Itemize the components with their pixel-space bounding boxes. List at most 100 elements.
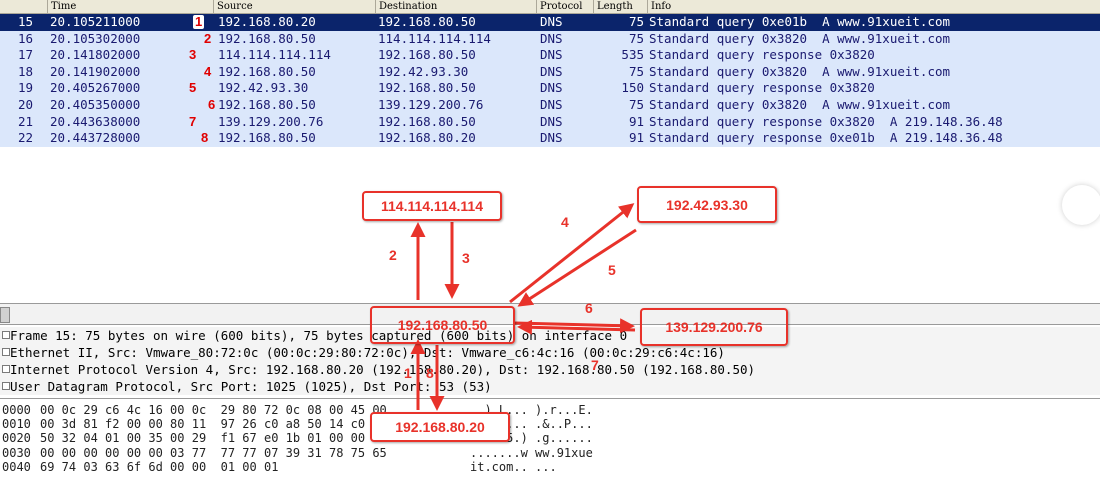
expand-icon[interactable] xyxy=(2,382,10,390)
step-number-label: 7 xyxy=(189,113,197,129)
hex-offset: 0040 xyxy=(2,459,31,474)
packet-length: 91 xyxy=(628,113,644,129)
packet-protocol: DNS xyxy=(540,30,563,46)
hex-offset: 0010 xyxy=(2,417,31,432)
packet-destination: 192.168.80.50 xyxy=(378,47,476,63)
packet-number: 22 xyxy=(18,130,34,146)
scrollbar-thumb[interactable] xyxy=(0,307,10,323)
hex-ascii: it.com.. ... xyxy=(470,459,557,474)
hex-bytes: 50 32 04 01 00 35 00 29 f1 67 e0 1b 01 0… xyxy=(40,431,387,446)
packet-source: 114.114.114.114 xyxy=(218,47,331,63)
packet-time: 20.443728000 xyxy=(50,130,141,146)
step-number-label: 2 xyxy=(204,30,212,46)
packet-info: Standard query response 0x3820 xyxy=(649,47,875,63)
hex-ascii: ..).L... ).r...E. xyxy=(470,403,593,417)
expand-icon[interactable] xyxy=(2,348,10,356)
pane-splitter[interactable] xyxy=(0,303,1100,325)
packet-row[interactable]: 19 20.405267000 192.42.93.30 192.168.80.50 D… xyxy=(0,80,1100,97)
step-number-label: 5 xyxy=(189,80,197,96)
packet-destination: 192.168.80.50 xyxy=(378,80,476,96)
hex-row[interactable]: 0010 00 3d 81 f2 00 00 80 11 97 26 c0 a8 … xyxy=(0,417,1100,431)
packet-destination: 139.129.200.76 xyxy=(378,97,484,112)
column-header-length[interactable]: Length xyxy=(593,0,647,13)
expand-icon[interactable] xyxy=(2,331,10,339)
packet-row[interactable]: 20 20.405350000 192.168.80.50 139.129.200.7… xyxy=(0,97,1100,114)
detail-row-ip[interactable]: Internet Protocol Version 4, Src: 192.16… xyxy=(0,361,1100,378)
column-header-time[interactable]: Time xyxy=(47,0,213,13)
hex-row[interactable]: 0040 69 74 03 63 6f 6d 00 00 01 00 01 it.c… xyxy=(0,460,1100,474)
hex-row[interactable]: 0020 50 32 04 01 00 35 00 29 f1 67 e0 1b … xyxy=(0,431,1100,445)
packet-protocol: DNS xyxy=(540,113,563,129)
packet-number: 17 xyxy=(18,47,34,63)
hex-dump-pane[interactable]: 0000 00 0c 29 c6 4c 16 00 0c 29 80 72 0c … xyxy=(0,398,1100,480)
hex-ascii: .......w ww.91xue xyxy=(470,445,593,460)
hex-row[interactable]: 0030 00 00 00 00 00 00 03 77 77 77 07 39 … xyxy=(0,446,1100,460)
packet-destination: 192.168.80.50 xyxy=(378,14,476,29)
detail-row-frame[interactable]: Frame 15: 75 bytes on wire (600 bits), 7… xyxy=(0,327,1100,344)
packet-length: 91 xyxy=(628,130,644,146)
packet-info: Standard query response 0x3820 A 219.148… xyxy=(649,113,1003,129)
step-number-label: 8 xyxy=(201,130,209,146)
packet-row[interactable]: 18 20.141902000 192.168.80.50 192.42.93.30 D… xyxy=(0,63,1100,81)
packet-row[interactable]: 17 20.141802000 114.114.114.114 192.168.80.… xyxy=(0,47,1100,64)
packet-protocol: DNS xyxy=(540,97,563,112)
column-header-protocol[interactable]: Protocol xyxy=(536,0,593,13)
detail-text: Ethernet II, Src: Vmware_80:72:0c (00:0c… xyxy=(10,345,725,360)
packet-row[interactable]: 22 20.443728000 192.168.80.50 192.168.80.20… xyxy=(0,130,1100,147)
packet-number: 18 xyxy=(18,63,34,79)
packet-row[interactable]: 16 20.105302000 192.168.80.50 114.114.114.1… xyxy=(0,30,1100,48)
hex-row[interactable]: 0000 00 0c 29 c6 4c 16 00 0c 29 80 72 0c … xyxy=(0,403,1100,417)
packet-length: 75 xyxy=(628,30,644,46)
packet-time: 20.405267000 xyxy=(50,80,141,96)
packet-time: 20.405350000 xyxy=(50,97,141,112)
packet-row[interactable]: 15 20.105211000 192.168.80.20 192.168.80.50… xyxy=(0,14,1100,31)
cloud-shape xyxy=(1062,185,1100,225)
packet-protocol: DNS xyxy=(540,130,563,146)
packet-time: 20.105302000 xyxy=(50,30,141,46)
packet-time: 20.141902000 xyxy=(50,63,141,79)
packet-source: 192.168.80.50 xyxy=(218,130,316,146)
column-header-source[interactable]: Source xyxy=(213,0,375,13)
packet-info: Standard query 0x3820 A www.91xueit.com xyxy=(649,30,951,46)
packet-list[interactable]: Time Source Destination Protocol Length … xyxy=(0,0,1100,148)
packet-source: 192.168.80.20 xyxy=(218,14,316,29)
packet-number: 20 xyxy=(18,97,34,112)
packet-list-header: Time Source Destination Protocol Length … xyxy=(0,0,1100,14)
packet-number: 19 xyxy=(18,80,34,96)
detail-row-udp[interactable]: User Datagram Protocol, Src Port: 1025 (… xyxy=(0,378,1100,395)
packet-protocol: DNS xyxy=(540,14,563,29)
packet-source: 139.129.200.76 xyxy=(218,113,324,129)
hex-ascii: P2...5.) .g...... xyxy=(470,431,593,446)
packet-info: Standard query response 0xe01b A 219.148… xyxy=(649,130,1003,146)
hex-bytes: 00 0c 29 c6 4c 16 00 0c 29 80 72 0c 08 0… xyxy=(40,403,387,417)
step-number-label: 3 xyxy=(189,47,197,63)
packet-info: Standard query 0xe01b A www.91xueit.com xyxy=(649,14,951,29)
packet-source: 192.168.80.50 xyxy=(218,30,316,46)
hex-offset: 0020 xyxy=(2,431,31,446)
hex-bytes: 69 74 03 63 6f 6d 00 00 01 00 01 xyxy=(40,459,279,474)
packet-protocol: DNS xyxy=(540,47,563,63)
column-header-destination[interactable]: Destination xyxy=(375,0,536,13)
packet-source: 192.168.80.50 xyxy=(218,97,316,112)
hex-bytes: 00 00 00 00 00 00 03 77 77 77 07 39 31 7… xyxy=(40,445,387,460)
packet-length: 75 xyxy=(628,97,644,112)
detail-row-ethernet[interactable]: Ethernet II, Src: Vmware_80:72:0c (00:0c… xyxy=(0,344,1100,361)
column-header-info[interactable]: Info xyxy=(647,0,1100,13)
packet-destination: 192.42.93.30 xyxy=(378,63,469,79)
packet-source: 192.168.80.50 xyxy=(218,63,316,79)
hex-offset: 0030 xyxy=(2,445,31,460)
packet-number: 21 xyxy=(18,113,34,129)
detail-text: Internet Protocol Version 4, Src: 192.16… xyxy=(10,362,756,377)
packet-protocol: DNS xyxy=(540,80,563,96)
packet-details-pane[interactable]: Frame 15: 75 bytes on wire (600 bits), 7… xyxy=(0,325,1100,397)
step-number-label: 4 xyxy=(204,63,212,79)
packet-destination: 192.168.80.50 xyxy=(378,113,476,129)
hex-bytes: 00 3d 81 f2 00 00 80 11 97 26 c0 a8 50 1… xyxy=(40,417,387,432)
detail-text: Frame 15: 75 bytes on wire (600 bits), 7… xyxy=(10,328,628,343)
packet-length: 75 xyxy=(628,14,644,29)
packet-protocol: DNS xyxy=(540,63,563,79)
packet-number: 15 xyxy=(18,14,34,29)
packet-row[interactable]: 21 20.443638000 139.129.200.76 192.168.80.5… xyxy=(0,113,1100,131)
expand-icon[interactable] xyxy=(2,365,10,373)
hex-offset: 0000 xyxy=(2,403,31,417)
